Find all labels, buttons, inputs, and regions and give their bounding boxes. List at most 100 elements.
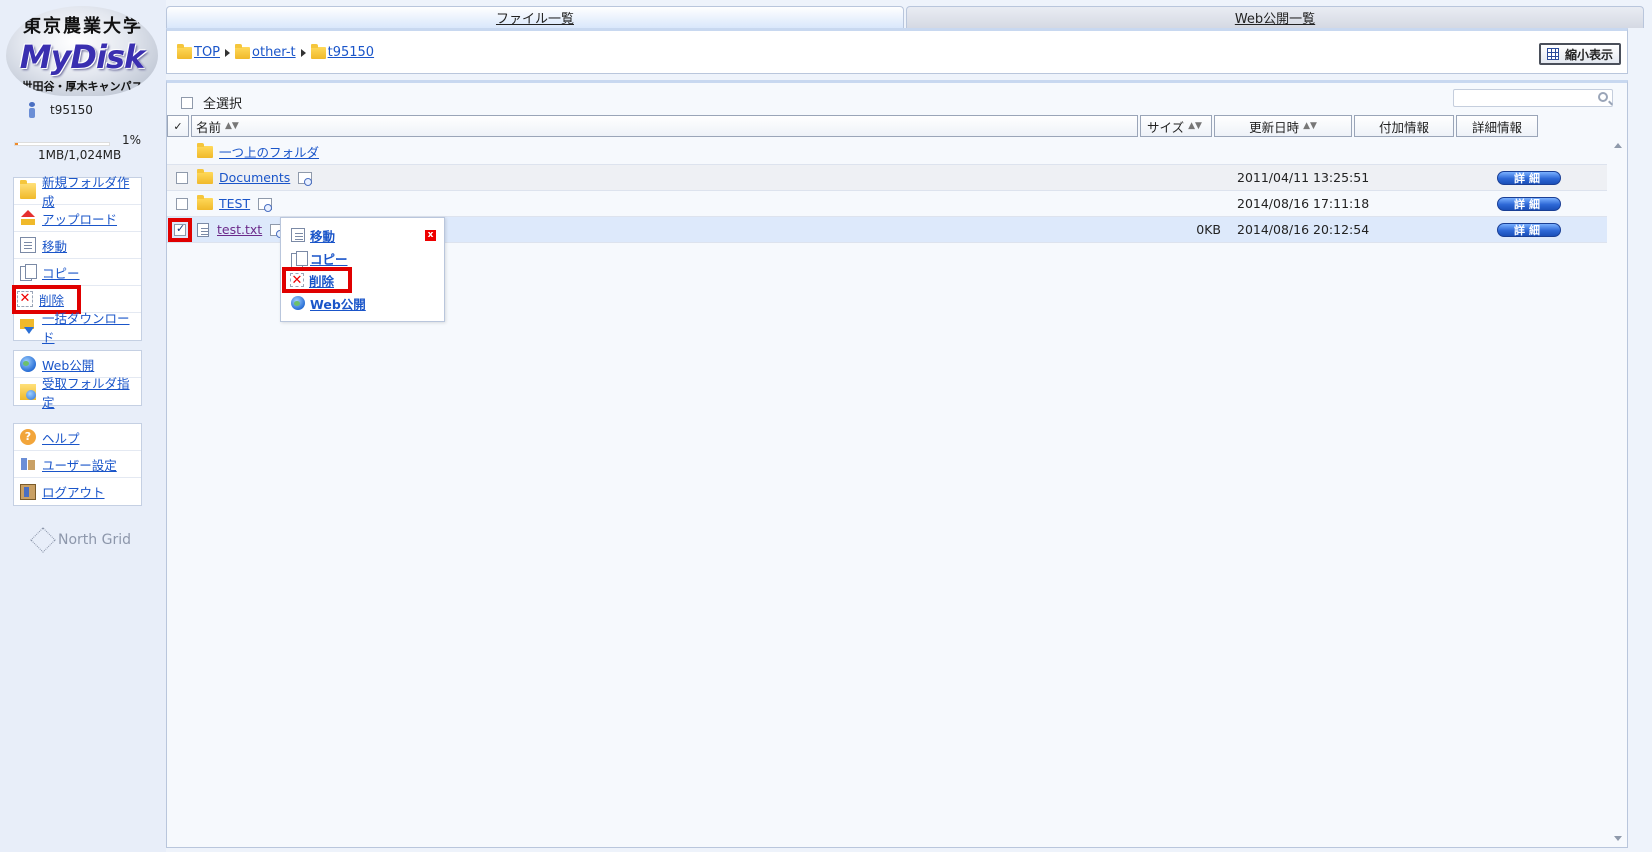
detail-button[interactable]: 詳細: [1497, 196, 1561, 211]
breadcrumb-label[interactable]: t95150: [328, 45, 374, 60]
close-icon[interactable]: x: [425, 230, 436, 241]
new-folder-label[interactable]: 新規フォルダ作成: [42, 172, 141, 210]
delete-icon: ✕: [290, 273, 304, 288]
detail-button[interactable]: 詳細: [1497, 222, 1561, 237]
folder-icon: [197, 194, 213, 210]
user-settings-icon: [20, 456, 36, 472]
web-publish-label[interactable]: Web公開: [42, 355, 94, 374]
context-web-publish[interactable]: Web公開: [291, 293, 366, 313]
file-context-menu: x 移動 コピー ✕ 削除 Web公開: [280, 217, 445, 322]
breadcrumb-label[interactable]: other-t: [252, 45, 296, 60]
row-checkbox[interactable]: [176, 171, 188, 184]
account-menu: ? ヘルプ ユーザー設定 ログアウト: [13, 423, 142, 506]
preview-icon[interactable]: [258, 197, 273, 212]
context-move[interactable]: 移動: [291, 225, 335, 245]
receive-folder-button[interactable]: 受取フォルダ指定: [14, 376, 141, 410]
row-check-cell: [167, 171, 191, 184]
scroll-down-icon[interactable]: [1614, 836, 1622, 841]
user-settings-label[interactable]: ユーザー設定: [42, 455, 117, 474]
shrink-view-button[interactable]: 縮小表示: [1538, 43, 1621, 65]
select-all-checkbox[interactable]: [181, 96, 193, 109]
logout-button[interactable]: ログアウト: [14, 478, 141, 505]
search-input[interactable]: [1454, 90, 1590, 106]
context-delete[interactable]: ✕ 削除: [282, 267, 352, 293]
vertical-scrollbar[interactable]: [1611, 139, 1625, 845]
row-detail-cell: 詳細: [1479, 196, 1561, 211]
file-name-link[interactable]: TEST: [219, 196, 250, 211]
row-name-cell: 一つ上のフォルダ: [191, 142, 1151, 161]
help-button[interactable]: ? ヘルプ: [14, 424, 141, 451]
table-row: Documents 2011/04/11 13:25:51 詳細: [167, 165, 1607, 191]
folder-icon: [197, 142, 213, 158]
copy-icon: [291, 251, 308, 268]
search-icon[interactable]: [1598, 92, 1608, 102]
preview-icon[interactable]: [298, 171, 313, 186]
new-folder-button[interactable]: 新規フォルダ作成: [14, 175, 141, 209]
breadcrumb-label[interactable]: TOP: [194, 45, 220, 60]
row-date: 2014/08/16 20:12:54: [1237, 222, 1370, 237]
bulk-download-button[interactable]: 一括ダウンロード: [14, 311, 141, 345]
copy-button[interactable]: コピー: [14, 259, 141, 286]
header-check[interactable]: ✓: [167, 115, 189, 137]
sort-arrows-icon[interactable]: ▲▼: [1303, 121, 1317, 131]
header-date[interactable]: 更新日時 ▲▼: [1214, 115, 1352, 137]
help-label[interactable]: ヘルプ: [42, 428, 80, 447]
receive-folder-label[interactable]: 受取フォルダ指定: [42, 373, 141, 411]
logout-label[interactable]: ログアウト: [42, 482, 105, 501]
row-checkbox[interactable]: [176, 197, 188, 210]
move-icon: [291, 228, 305, 242]
folder-icon: [197, 168, 213, 184]
context-copy-label[interactable]: コピー: [310, 249, 348, 268]
parent-folder-link[interactable]: 一つ上のフォルダ: [219, 142, 319, 161]
scroll-up-icon[interactable]: [1614, 143, 1622, 148]
header-detail-info: 詳細情報: [1456, 115, 1538, 137]
tab-web-publish-list[interactable]: Web公開一覧: [906, 6, 1644, 28]
tab-file-list[interactable]: ファイル一覧: [166, 6, 904, 28]
upload-label[interactable]: アップロード: [42, 209, 117, 228]
context-web-publish-label[interactable]: Web公開: [310, 294, 366, 313]
download-icon: [20, 318, 36, 335]
help-icon: ?: [20, 429, 36, 445]
user-settings-button[interactable]: ユーザー設定: [14, 451, 141, 478]
row-detail-cell: 詳細: [1479, 170, 1561, 185]
bulk-download-label[interactable]: 一括ダウンロード: [42, 308, 141, 346]
file-name-link[interactable]: Documents: [219, 170, 290, 185]
delete-icon: ✕: [17, 291, 33, 307]
row-check-cell: [167, 217, 192, 242]
search-box: [1453, 89, 1613, 107]
checkbox-highlight: [168, 217, 192, 242]
table-row-parent: 一つ上のフォルダ: [167, 139, 1607, 165]
header-extra-info: 付加情報: [1354, 115, 1454, 137]
text-file-icon: [197, 222, 209, 237]
user-folder-icon: [310, 43, 326, 59]
quota-bar-fill: [15, 143, 18, 145]
context-copy[interactable]: コピー: [291, 248, 348, 268]
row-size: 0KB: [1196, 222, 1221, 237]
file-operations-menu: 新規フォルダ作成 アップロード 移動 コピー ✕ 削除 一括ダウンロード: [11, 175, 142, 345]
header-size[interactable]: サイズ ▲▼: [1140, 115, 1212, 137]
move-button[interactable]: 移動: [14, 232, 141, 259]
select-all[interactable]: 全選択: [181, 93, 242, 112]
header-name[interactable]: 名前 ▲▼: [191, 115, 1138, 137]
sidebar: 東京農業大学 MyDisk 世田谷・厚木キャンパス t95150 1% 1MB/…: [0, 0, 166, 852]
user-info: t95150: [26, 101, 93, 119]
delete-label[interactable]: 削除: [39, 290, 64, 309]
logout-icon: [20, 483, 36, 500]
breadcrumb-item-top[interactable]: TOP: [177, 43, 220, 60]
copy-label[interactable]: コピー: [42, 263, 80, 282]
new-folder-icon: [20, 180, 36, 199]
header-name-label: 名前: [196, 119, 222, 135]
file-name-link[interactable]: test.txt: [217, 222, 262, 237]
detail-button[interactable]: 詳細: [1497, 170, 1561, 185]
row-date: 2011/04/11 13:25:51: [1237, 170, 1370, 185]
context-delete-label[interactable]: 削除: [309, 271, 334, 290]
breadcrumb-item-user[interactable]: t95150: [310, 43, 374, 60]
context-move-label[interactable]: 移動: [310, 226, 335, 245]
breadcrumb-item-other-t[interactable]: other-t: [235, 43, 296, 60]
sort-arrows-icon[interactable]: ▲▼: [225, 121, 239, 131]
sort-arrows-icon[interactable]: ▲▼: [1188, 121, 1202, 131]
mydisk-logo: 東京農業大学 MyDisk 世田谷・厚木キャンパス: [6, 6, 158, 96]
table-row: TEST 2014/08/16 17:11:18 詳細: [167, 191, 1607, 217]
row-checkbox[interactable]: [174, 222, 186, 236]
move-label[interactable]: 移動: [42, 236, 67, 255]
